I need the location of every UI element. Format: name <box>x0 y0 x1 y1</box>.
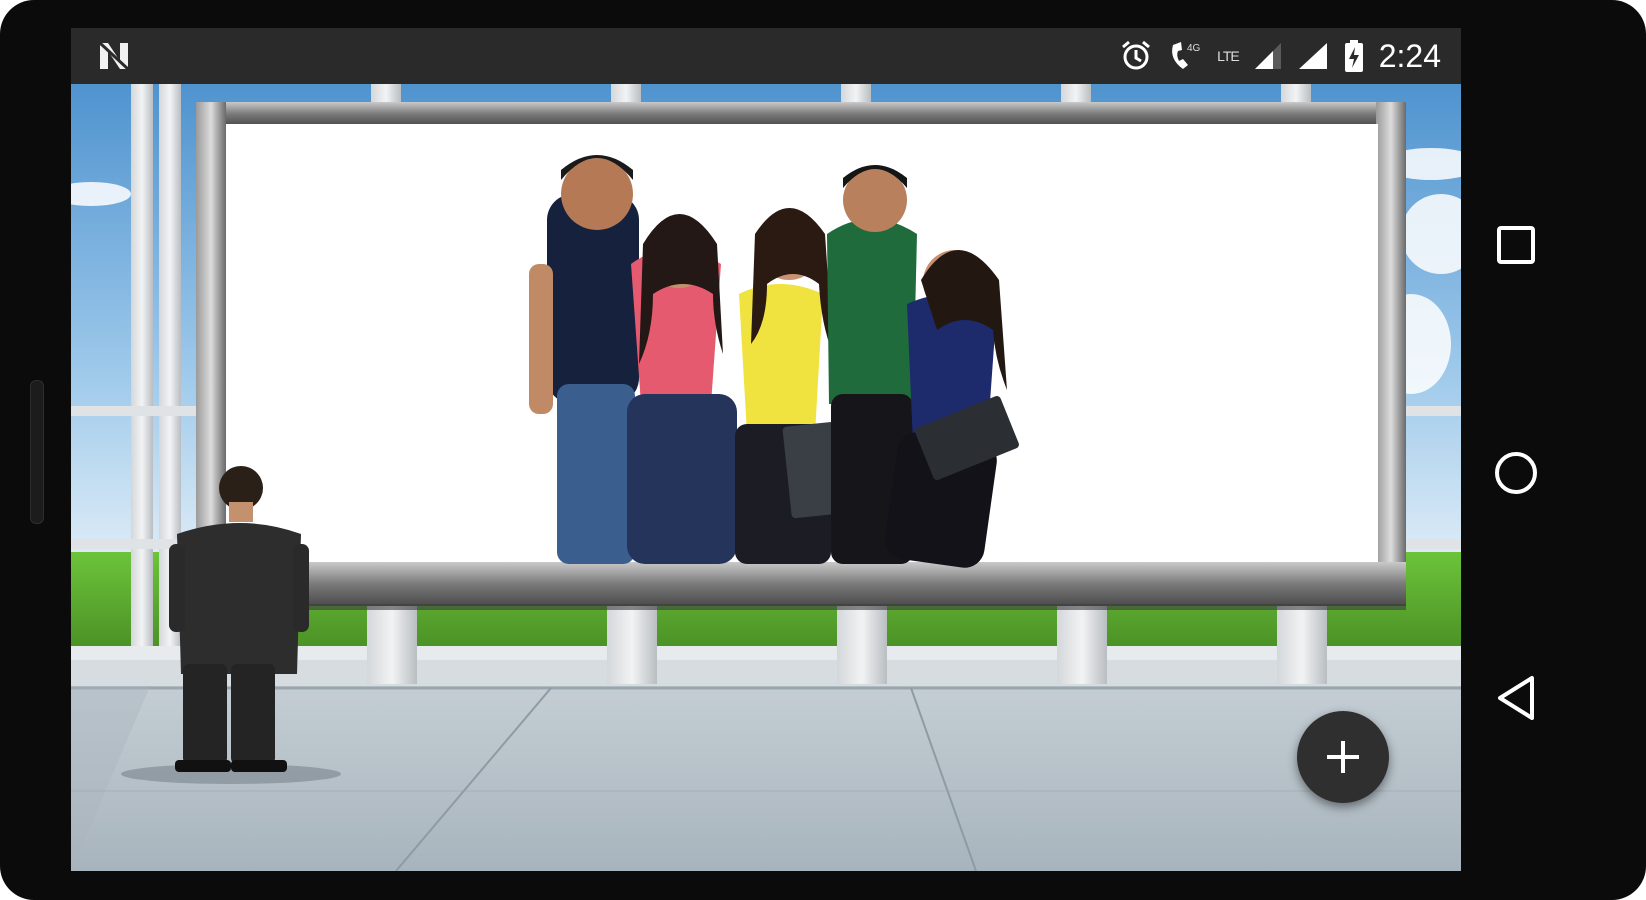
plus-icon <box>1327 741 1359 773</box>
navigation-bar <box>1461 28 1571 871</box>
status-bar: 4G LTE 2:24 <box>71 28 1461 84</box>
home-icon <box>1495 452 1537 494</box>
recent-apps-icon <box>1497 226 1535 264</box>
clock: 2:24 <box>1378 37 1441 74</box>
signal-icon <box>1254 43 1281 69</box>
alarm-icon <box>1122 40 1151 70</box>
photo-frame-scene <box>71 84 1461 871</box>
lte-label: LTE <box>1217 48 1240 64</box>
wifi-calling-4g-icon: 4G <box>1172 42 1201 69</box>
status-icons: 4G LTE 2:24 <box>1119 28 1441 84</box>
add-button[interactable] <box>1297 711 1389 803</box>
lte-icon: LTE <box>1217 48 1240 64</box>
phone-device: 4G LTE 2:24 <box>0 0 1646 900</box>
signal-full-icon <box>1298 43 1327 69</box>
battery-charging-icon <box>1344 40 1363 72</box>
notification-n-icon <box>98 41 130 71</box>
phone-side-button <box>30 380 44 524</box>
back-icon <box>1498 676 1534 720</box>
svg-text:4G: 4G <box>1187 43 1201 54</box>
recent-apps-button[interactable] <box>1461 200 1571 290</box>
back-button[interactable] <box>1461 653 1571 743</box>
home-button[interactable] <box>1461 428 1571 518</box>
screen: 4G LTE 2:24 <box>71 28 1461 871</box>
